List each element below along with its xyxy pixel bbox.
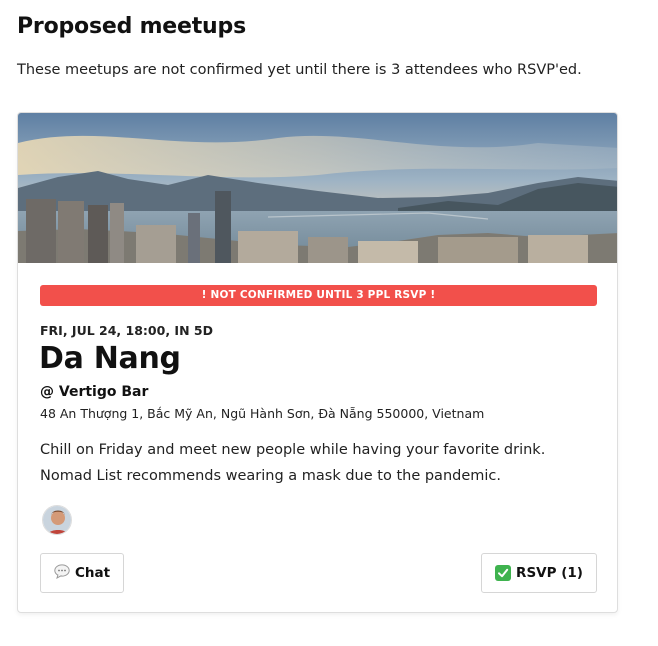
chat-label: Chat bbox=[74, 565, 111, 581]
speech-bubble-icon bbox=[54, 563, 70, 583]
city-skyline-photo bbox=[18, 113, 617, 263]
intro-text: These meetups are not confirmed yet unti… bbox=[17, 62, 582, 78]
meetup-city: Da Nang bbox=[39, 341, 181, 376]
meetup-venue: @ Vertigo Bar bbox=[40, 384, 149, 400]
not-confirmed-alert: ! NOT CONFIRMED UNTIL 3 PPL RSVP ! bbox=[40, 285, 597, 306]
meetup-date: FRI, JUL 24, 18:00, IN 5D bbox=[40, 323, 213, 338]
rsvp-label: RSVP (1) bbox=[516, 565, 583, 581]
meetup-description: Chill on Friday and meet new people whil… bbox=[40, 442, 546, 484]
chat-button[interactable]: Chat bbox=[40, 553, 124, 593]
page-title: Proposed meetups bbox=[17, 14, 246, 39]
meetup-address: 48 An Thượng 1, Bắc Mỹ An, Ngũ Hành Sơn,… bbox=[40, 406, 485, 421]
check-mark-icon bbox=[495, 565, 512, 581]
meetup-card: ! NOT CONFIRMED UNTIL 3 PPL RSVP ! FRI, … bbox=[17, 112, 618, 613]
attendee-avatar[interactable] bbox=[42, 505, 72, 535]
rsvp-button[interactable]: RSVP (1) bbox=[481, 553, 597, 593]
